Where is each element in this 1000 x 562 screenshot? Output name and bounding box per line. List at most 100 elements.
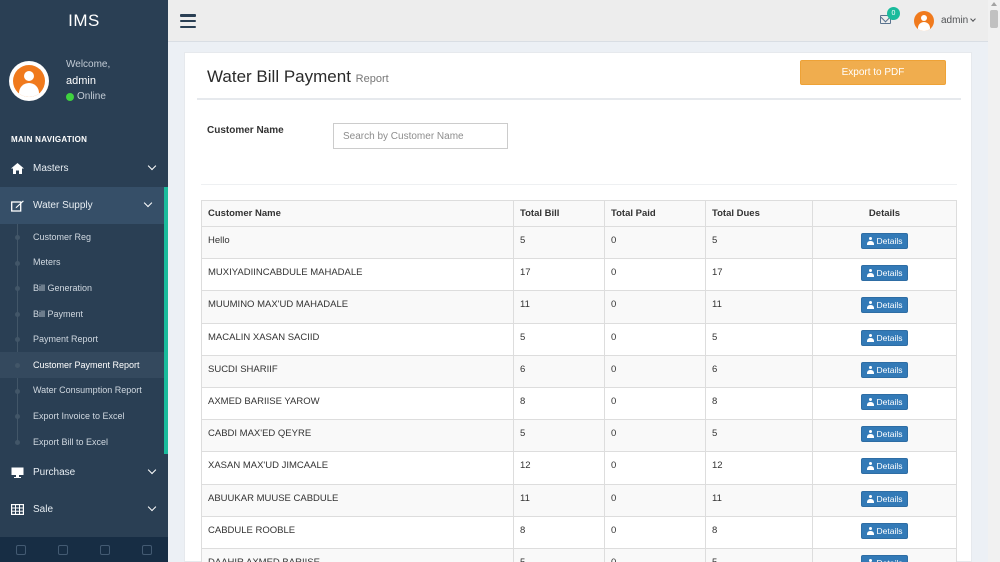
details-button-label: Details	[876, 332, 903, 343]
details-button[interactable]: Details	[860, 297, 909, 314]
table-body: Hello 5 0 5 Details MUXIYADIINCABDULE MAHADAL…	[201, 225, 957, 562]
table-row: DAAHIR AXMED BARIISE505Details	[201, 547, 957, 562]
sidebar-subitem-payment-report[interactable]: Payment Report	[0, 326, 164, 352]
scroll-thumb[interactable]	[990, 10, 998, 28]
cell-total-bill: 8	[513, 386, 605, 421]
cell-details: Details	[812, 515, 957, 549]
header-total-paid[interactable]: Total Paid	[604, 200, 706, 227]
cell-total-bill: 5	[513, 547, 605, 562]
online-dot-icon	[66, 93, 74, 101]
user-menu-label: admin	[941, 15, 969, 26]
cell-customer-name: Hello	[201, 225, 514, 260]
cell-total-dues: 5	[705, 419, 813, 453]
online-status: Online	[66, 89, 110, 105]
header-total-bill[interactable]: Total Bill	[513, 200, 605, 227]
cell-customer-name: MUXIYADIINCABDULE MAHADALE	[201, 258, 514, 292]
cell-customer-name: XASAN MAX'UD JIMCAALE	[201, 451, 514, 485]
sidebar-subitem-export-invoice[interactable]: Export Invoice to Excel	[0, 403, 164, 429]
details-button-label: Details	[876, 461, 903, 472]
cell-customer-name: ABUUKAR MUUSE CABDULE	[201, 483, 514, 517]
menu-toggle-icon[interactable]	[180, 14, 196, 28]
details-button[interactable]: Details	[860, 426, 909, 443]
customer-name-label: Customer Name	[207, 125, 284, 136]
cell-total-paid: 0	[604, 419, 706, 453]
details-button[interactable]: Details	[860, 554, 909, 562]
cell-total-paid: 0	[604, 386, 706, 421]
customer-search-input[interactable]	[333, 123, 508, 149]
cell-total-dues: 5	[705, 322, 813, 356]
sidebar-item-water-supply[interactable]: Water Supply	[0, 187, 168, 224]
details-button[interactable]: Details	[860, 329, 909, 346]
user-avatar[interactable]	[914, 11, 934, 31]
page-scrollbar[interactable]	[988, 0, 1000, 562]
details-button[interactable]: Details	[860, 361, 909, 378]
details-button[interactable]: Details	[860, 233, 909, 249]
table-row: Hello 5 0 5 Details	[201, 225, 957, 260]
cell-total-bill: 11	[513, 483, 605, 517]
cell-total-paid: 0	[604, 515, 706, 549]
cell-total-dues: 17	[705, 258, 813, 292]
cell-total-dues: 5	[705, 547, 813, 562]
cell-total-paid: 0	[604, 290, 706, 324]
header-customer-name[interactable]: Customer Name	[201, 200, 514, 227]
cell-total-dues: 8	[705, 386, 813, 421]
header-details[interactable]: Details	[812, 200, 957, 227]
details-button[interactable]: Details	[860, 265, 909, 282]
cell-total-bill: 17	[513, 258, 605, 292]
sidebar-subitem-bill-generation[interactable]: Bill Generation	[0, 275, 164, 301]
cell-total-paid: 0	[604, 258, 706, 292]
sidebar-subitem-bill-payment[interactable]: Bill Payment	[0, 301, 164, 327]
details-button[interactable]: Details	[860, 458, 909, 475]
sidebar-subitem-export-bill[interactable]: Export Bill to Excel	[0, 429, 164, 455]
cell-customer-name: AXMED BARIISE YAROW	[201, 386, 514, 421]
cell-details: Details	[812, 290, 957, 324]
cell-details: Details	[812, 258, 957, 292]
brand-title[interactable]: IMS	[0, 0, 168, 42]
table-row: SUCDI SHARIIF 6 0 6 Details	[201, 354, 957, 388]
export-pdf-button[interactable]: Export to PDF	[800, 60, 946, 85]
cell-total-dues: 12	[705, 451, 813, 485]
profile-panel: Welcome, admin Online	[0, 42, 168, 120]
scroll-up-arrow-icon[interactable]	[991, 2, 997, 6]
cell-customer-name: MUUMINO MAX'UD MAHADALE	[201, 290, 514, 324]
cell-customer-name: DAAHIR AXMED BARIISE	[201, 547, 514, 562]
sidebar-item-purchase[interactable]: Purchase	[0, 454, 168, 491]
cell-total-bill: 5	[513, 322, 605, 356]
sidebar: IMS Welcome, admin Online MAIN NAVIGATIO…	[0, 0, 168, 562]
sidebar-subitem-customer-payment-report[interactable]: Customer Payment Report	[0, 351, 164, 378]
sidebar-item-sale[interactable]: Sale	[0, 491, 168, 528]
cell-details: Details	[812, 547, 957, 562]
lock-icon[interactable]	[100, 544, 110, 555]
cell-total-paid: 0	[604, 547, 706, 562]
table-row: XASAN MAX'UD JIMCAALE 12 0 12 Details	[201, 451, 957, 485]
details-button[interactable]: Details	[860, 522, 909, 539]
avatar	[9, 61, 49, 101]
cell-total-paid: 0	[604, 354, 706, 388]
settings-icon[interactable]	[16, 544, 26, 555]
details-button-label: Details	[876, 429, 903, 440]
sidebar-subitem-water-consumption-report[interactable]: Water Consumption Report	[0, 378, 164, 404]
header-total-dues[interactable]: Total Dues	[705, 200, 813, 227]
sidebar-subitem-customer-reg[interactable]: Customer Reg	[0, 224, 164, 250]
cell-total-bill: 8	[513, 515, 605, 549]
details-button-label: Details	[876, 300, 903, 311]
cell-details: Details	[812, 386, 957, 421]
cell-details: Details	[812, 419, 957, 453]
cell-total-paid: 0	[604, 483, 706, 517]
user-icon	[866, 333, 874, 342]
user-menu[interactable]: admin	[941, 15, 977, 26]
sidebar-item-masters[interactable]: Masters	[0, 150, 168, 187]
cell-customer-name: SUCDI SHARIIF	[201, 354, 514, 388]
table-icon	[11, 504, 26, 516]
cell-details: Details	[812, 322, 957, 356]
power-icon[interactable]	[142, 544, 152, 555]
cell-details: Details	[812, 354, 957, 388]
details-button[interactable]: Details	[860, 490, 909, 507]
fullscreen-icon[interactable]	[58, 544, 68, 555]
sidebar-subitem-meters[interactable]: Meters	[0, 250, 164, 276]
home-icon	[11, 163, 26, 174]
details-button[interactable]: Details	[860, 393, 909, 410]
user-icon	[866, 430, 874, 439]
cell-total-bill: 5	[513, 419, 605, 453]
sidebar-item-label: Water Supply	[33, 200, 93, 211]
